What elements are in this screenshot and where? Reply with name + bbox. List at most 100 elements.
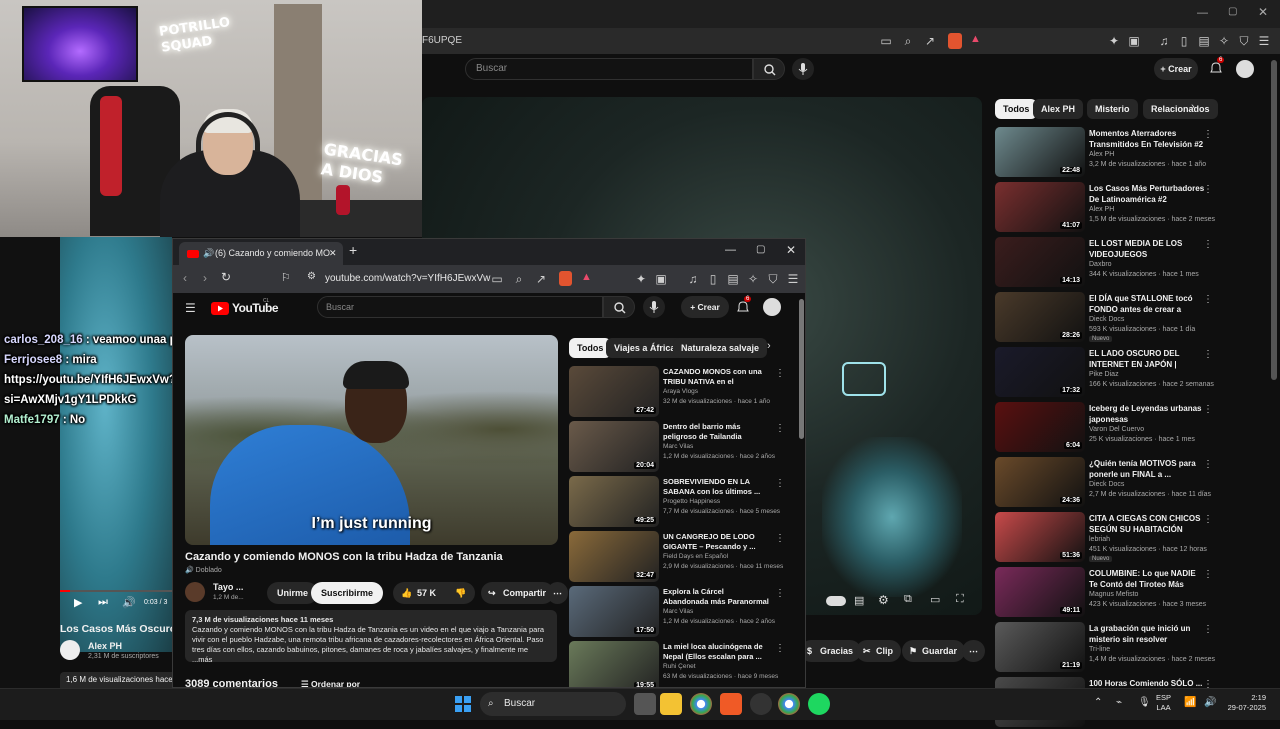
maximize-icon[interactable]: ▢: [1228, 6, 1237, 17]
left-description[interactable]: 1,6 M de visualizaciones hace 3: [60, 672, 172, 688]
sidebar-icon[interactable]: ▯: [705, 271, 721, 287]
menu-icon[interactable]: ☰: [785, 271, 801, 287]
bg-search-input[interactable]: Buscar: [465, 58, 753, 80]
play-icon[interactable]: ▶: [74, 596, 82, 609]
more-vert-icon[interactable]: ⋮: [1203, 294, 1213, 305]
more-vert-icon[interactable]: ⋮: [1203, 239, 1213, 250]
save-button[interactable]: ⚑ Guardar: [902, 640, 966, 662]
rec-channel[interactable]: Alex PH: [1089, 151, 1114, 158]
bg-create-button[interactable]: + Crear: [1154, 58, 1198, 80]
more-vert-icon[interactable]: ⋮: [1203, 184, 1213, 195]
rec-item[interactable]: 49:25 SOBREVIVIENDO EN LA SABANA con los …: [569, 476, 789, 528]
forward-icon[interactable]: ›: [203, 271, 207, 285]
chip-relacionados[interactable]: Relacionados: [1143, 99, 1218, 119]
sort-button[interactable]: ☰ Ordenar por: [301, 679, 360, 687]
settings-icon[interactable]: ⚙: [878, 593, 889, 607]
bg-rec-item[interactable]: 24:36 ¿Quién tenía MOTIVOS para ponerle u…: [995, 457, 1220, 509]
tab-close-icon[interactable]: ✕: [329, 242, 337, 265]
share-button[interactable]: ↪ Compartir: [481, 582, 555, 604]
next-icon[interactable]: ⏭: [98, 596, 108, 609]
language-indicator[interactable]: ESP LAA: [1156, 693, 1171, 713]
rec-channel[interactable]: Tri-line: [1089, 646, 1110, 653]
bg-search-button[interactable]: [753, 58, 785, 80]
autoplay-toggle[interactable]: [826, 596, 846, 606]
close-icon[interactable]: ✕: [1258, 5, 1268, 19]
more-vert-icon[interactable]: ⋮: [1203, 624, 1213, 635]
sidebar-icon[interactable]: ▯: [1176, 33, 1192, 49]
maximize-icon[interactable]: ▢: [756, 244, 765, 255]
rec-channel[interactable]: Pike Diaz: [1089, 371, 1119, 378]
voice-search-button[interactable]: [643, 296, 665, 318]
bg-rec-item[interactable]: 14:13 EL LOST MEDIA DE LOS VIDEOJUEGOS Dax…: [995, 237, 1220, 289]
zoom-icon[interactable]: ⌕: [511, 271, 527, 287]
miniplayer-icon[interactable]: ⧉: [904, 593, 912, 606]
tray-chevron-icon[interactable]: ⌃: [1094, 697, 1102, 708]
volume-icon[interactable]: 🔊: [1204, 697, 1216, 708]
vpn-icon[interactable]: ⛉: [1236, 33, 1252, 49]
rec-title[interactable]: CITA A CIEGAS CON CHICOS SEGÚN SU HABITA…: [1089, 513, 1205, 535]
like-dislike-button[interactable]: 👍 57 K 👎: [393, 582, 475, 604]
bg-rec-item[interactable]: 6:04 Iceberg de Leyendas urbanas japonesa…: [995, 402, 1220, 454]
back-icon[interactable]: ‹: [183, 271, 187, 285]
rec-title[interactable]: La miel loca alucinógena de Nepal (Ellos…: [663, 642, 771, 662]
progress-track[interactable]: [60, 590, 172, 592]
spotify-icon[interactable]: [808, 693, 830, 715]
chevron-right-icon[interactable]: ›: [1191, 101, 1195, 113]
volume-icon[interactable]: 🔊: [122, 596, 136, 609]
reload-icon[interactable]: ↻: [221, 270, 231, 284]
brave-rewards-icon[interactable]: ▲: [581, 271, 592, 283]
rec-item[interactable]: 32:47 UN CANGREJO DE LODO GIGANTE – Pesca…: [569, 531, 789, 583]
rec-item[interactable]: 19:55 La miel loca alucinógena de Nepal (…: [569, 641, 789, 687]
rec-channel[interactable]: lebriah: [1089, 536, 1110, 543]
share-icon[interactable]: ↗: [533, 271, 549, 287]
brave-shield-icon[interactable]: [559, 271, 572, 286]
rec-item[interactable]: 20:04 Dentro del barrio más peligroso de …: [569, 421, 789, 473]
channel-avatar[interactable]: [185, 582, 205, 602]
extensions-icon[interactable]: ✦: [1106, 33, 1122, 49]
rec-thumbnail[interactable]: 20:04: [569, 421, 659, 472]
chip-misterio[interactable]: Misterio: [1087, 99, 1138, 119]
more-button[interactable]: ⋯: [547, 582, 568, 604]
chip-viajes-africa[interactable]: Viajes a África: [606, 338, 684, 358]
bg-rec-item[interactable]: 51:36 CITA A CIEGAS CON CHICOS SEGÚN SU H…: [995, 512, 1220, 564]
rec-item[interactable]: 27:42 CAZANDO MONOS con una TRIBU NATIVA …: [569, 366, 789, 418]
window-scrollbar[interactable]: [799, 299, 804, 439]
rec-thumbnail[interactable]: 6:04: [995, 402, 1085, 452]
video-description[interactable]: 7,3 M de visualizaciones hace 11 meses C…: [185, 610, 557, 662]
task-view-icon[interactable]: [634, 693, 656, 715]
rec-thumbnail[interactable]: 27:42: [569, 366, 659, 417]
more-vert-icon[interactable]: ⋮: [1203, 129, 1213, 140]
zoom-icon[interactable]: ⌕: [900, 33, 916, 49]
chip-naturaleza-salvaje[interactable]: Naturaleza salvaje: [673, 338, 768, 358]
rec-channel[interactable]: Varon Del Cuervo: [1089, 426, 1144, 433]
rec-thumbnail[interactable]: 24:36: [995, 457, 1085, 507]
rec-title[interactable]: Momentos Aterradores Transmitidos En Tel…: [1089, 128, 1205, 150]
rec-title[interactable]: Dentro del barrio más peligroso de Taila…: [663, 422, 771, 442]
windows-start-icon[interactable]: [452, 693, 474, 715]
bg-notifications-button[interactable]: 6: [1208, 57, 1225, 76]
rec-channel[interactable]: Dieck Docs: [1089, 481, 1124, 488]
cast-icon[interactable]: ▭: [878, 33, 894, 49]
rec-channel[interactable]: Magnus Mefisto: [1089, 591, 1138, 598]
bg-avatar[interactable]: [1236, 60, 1254, 78]
more-vert-icon[interactable]: ⋮: [775, 588, 785, 599]
site-info-icon[interactable]: ⚙: [307, 271, 316, 282]
music-icon[interactable]: ♫: [1156, 33, 1172, 49]
bg-rec-item[interactable]: 28:26 El DÍA que STALLONE tocó FONDO ante…: [995, 292, 1220, 344]
rec-thumbnail[interactable]: 49:11: [995, 567, 1085, 617]
tab-search-icon[interactable]: ▣: [1126, 33, 1142, 49]
rec-channel[interactable]: Araya Vlogs: [663, 388, 698, 395]
rec-channel[interactable]: Field Days en Español: [663, 553, 728, 560]
fullscreen-icon[interactable]: ⛶: [956, 593, 964, 606]
rec-title[interactable]: EL LADO OSCURO DEL INTERNET EN JAPÓN | P…: [1089, 348, 1205, 370]
rec-thumbnail[interactable]: 17:50: [569, 586, 659, 637]
more-vert-icon[interactable]: ⋮: [775, 478, 785, 489]
page-scrollbar[interactable]: [1271, 60, 1277, 380]
channel-avatar[interactable]: [60, 640, 80, 660]
theater-icon[interactable]: ▭: [930, 593, 940, 606]
rec-channel[interactable]: Marc Vilas: [663, 443, 693, 450]
minimize-icon[interactable]: —: [725, 244, 736, 256]
more-vert-icon[interactable]: ⋮: [1203, 459, 1213, 470]
rec-title[interactable]: ¿Quién tenía MOTIVOS para ponerle un FIN…: [1089, 458, 1205, 480]
more-vert-icon[interactable]: ⋮: [775, 368, 785, 379]
